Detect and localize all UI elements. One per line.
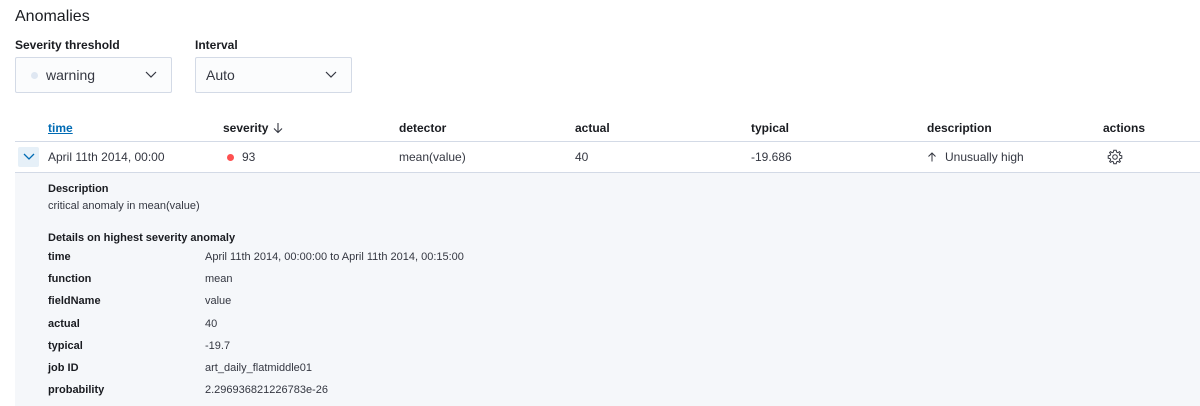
column-header-actual[interactable]: actual xyxy=(575,121,610,135)
severity-threshold-label: Severity threshold xyxy=(15,38,120,52)
detail-key-actual: actual xyxy=(48,318,80,330)
arrow-down-icon xyxy=(272,122,284,134)
table-row[interactable]: April 11th 2014, 00:00 93 mean(value) 40… xyxy=(15,142,1200,173)
detail-value-job-id: art_daily_flatmiddle01 xyxy=(205,362,313,374)
severity-dot xyxy=(227,153,234,161)
interval-select[interactable]: Auto xyxy=(195,57,352,93)
details-highest-severity-heading: Details on highest severity anomaly xyxy=(48,232,236,244)
anomalies-panel: Anomalies Severity threshold warning Int… xyxy=(0,0,1200,406)
detail-key-probability: probability xyxy=(48,384,105,396)
detail-key-time: time xyxy=(48,251,71,263)
column-header-detector[interactable]: detector xyxy=(399,121,446,135)
cell-time: April 11th 2014, 00:00 xyxy=(48,150,165,164)
severity-threshold-value: warning xyxy=(46,67,96,83)
detail-value-actual: 40 xyxy=(205,318,218,330)
column-header-description[interactable]: description xyxy=(927,121,992,135)
details-description-heading: Description xyxy=(48,183,109,195)
chevron-down-icon xyxy=(143,67,159,83)
cell-detector: mean(value) xyxy=(399,150,466,164)
anomalies-table: time severity detector actual typical de… xyxy=(15,113,1200,406)
detail-value-time: April 11th 2014, 00:00:00 to April 11th … xyxy=(205,251,464,263)
chevron-down-icon xyxy=(23,153,35,161)
cell-actual: 40 xyxy=(575,150,589,164)
arrow-up-icon xyxy=(927,152,937,162)
interval-label: Interval xyxy=(195,38,238,52)
severity-threshold-select[interactable]: warning xyxy=(15,57,172,93)
column-header-severity-label: severity xyxy=(223,121,269,135)
column-header-typical[interactable]: typical xyxy=(751,121,789,135)
column-header-time[interactable]: time xyxy=(48,121,73,135)
interval-value: Auto xyxy=(206,67,235,83)
chevron-down-icon xyxy=(323,67,339,83)
details-description-text: critical anomaly in mean(value) xyxy=(48,200,200,212)
detail-key-typical: typical xyxy=(48,340,83,352)
column-header-severity[interactable]: severity xyxy=(223,121,284,135)
cell-typical: -19.686 xyxy=(751,150,792,164)
detail-value-function: mean xyxy=(205,273,233,285)
row-expand-button[interactable] xyxy=(18,147,39,167)
detail-key-fieldname: fieldName xyxy=(48,295,101,307)
detail-key-function: function xyxy=(48,273,92,285)
cell-severity: 93 xyxy=(227,150,255,164)
column-header-actions: actions xyxy=(1103,121,1146,135)
page-title: Anomalies xyxy=(15,8,90,25)
detail-key-job-id: job ID xyxy=(48,362,79,374)
detail-value-probability: 2.296936821226783e-26 xyxy=(205,384,328,396)
severity-color-dot xyxy=(31,71,38,79)
detail-value-fieldname: value xyxy=(205,295,232,307)
gear-icon[interactable] xyxy=(1107,149,1123,165)
expanded-row-details: Description critical anomaly in mean(val… xyxy=(15,173,1200,406)
cell-description-text: Unusually high xyxy=(945,150,1024,164)
cell-severity-score: 93 xyxy=(242,150,256,164)
cell-description: Unusually high xyxy=(927,150,1024,164)
table-header: time severity detector actual typical de… xyxy=(15,113,1200,142)
detail-value-typical: -19.7 xyxy=(205,340,231,352)
